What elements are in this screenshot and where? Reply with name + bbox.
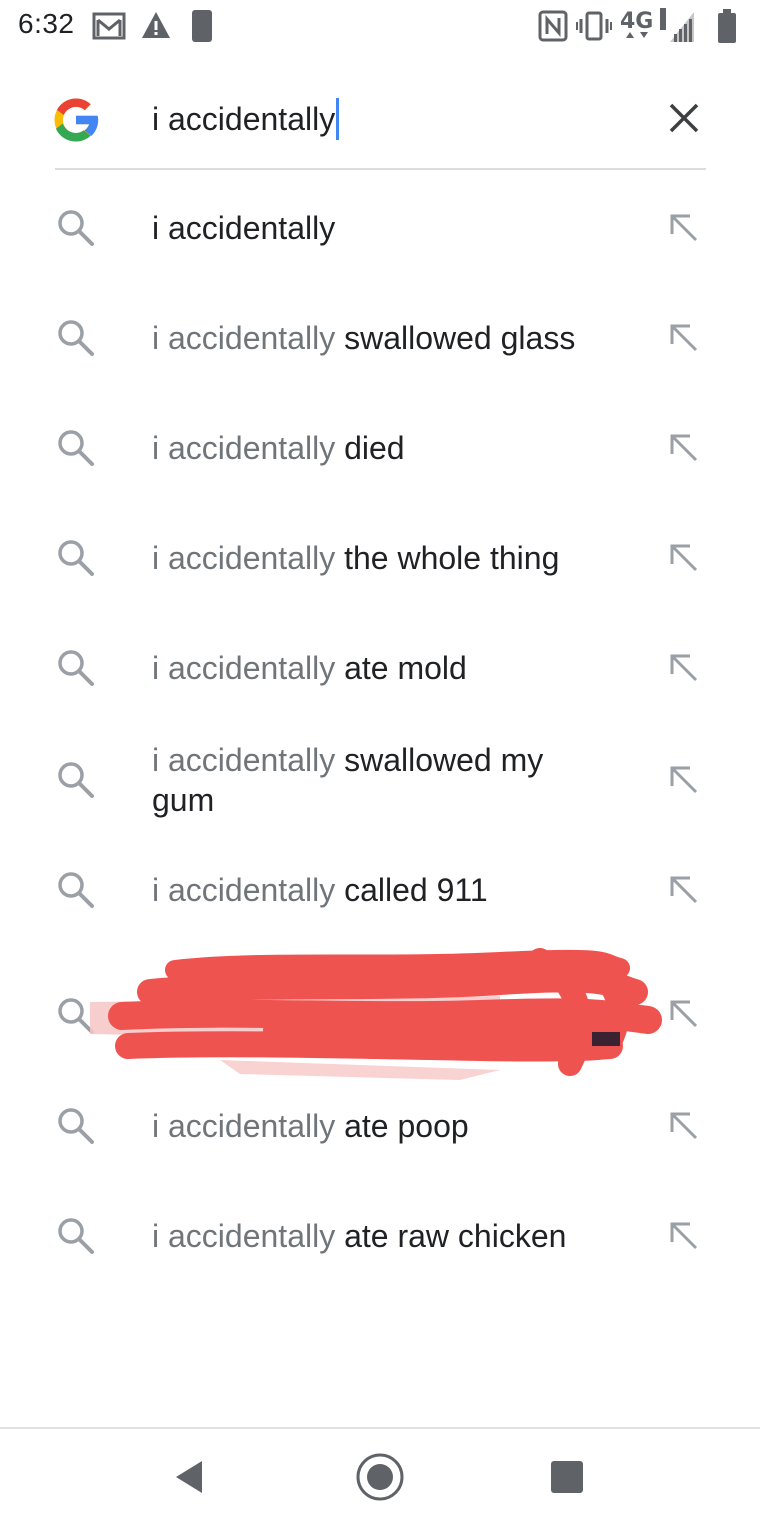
suggestion-completion: ate raw chicken bbox=[335, 1218, 567, 1254]
close-icon bbox=[666, 100, 702, 141]
back-button[interactable] bbox=[162, 1451, 218, 1507]
google-logo bbox=[48, 92, 104, 148]
fill-query-arrow-icon[interactable] bbox=[664, 318, 704, 358]
suggestion-prefix: i accidentally bbox=[152, 872, 336, 908]
suggestion-prefix: i accidentally bbox=[152, 1218, 336, 1254]
gmail-icon bbox=[92, 12, 126, 45]
suggestion-prefix: i accidentally bbox=[152, 210, 336, 246]
suggestion-prefix: i accidentally bbox=[152, 650, 336, 686]
search-query: i accidentally bbox=[152, 100, 336, 137]
suggestion-item[interactable]: i accidentally died bbox=[0, 394, 760, 504]
fill-query-arrow-icon[interactable] bbox=[664, 538, 704, 578]
suggestion-text: i accidentally ate poop bbox=[152, 1106, 622, 1146]
suggestion-text: i accidentally bbox=[152, 208, 622, 248]
clear-button[interactable] bbox=[660, 96, 708, 144]
back-icon bbox=[170, 1457, 210, 1502]
suggestion-completion: died bbox=[335, 430, 405, 466]
suggestion-prefix: i accidentally bbox=[152, 540, 336, 576]
battery-icon bbox=[716, 8, 738, 49]
redaction-scribble bbox=[80, 934, 670, 1094]
search-header: i accidentally bbox=[0, 70, 760, 170]
suggestion-completion: ate mold bbox=[335, 650, 467, 686]
search-icon bbox=[54, 1214, 98, 1258]
suggestion-text: i accidentally called 911 bbox=[152, 870, 622, 910]
suggestion-list: i accidentally i accidentally swallowed … bbox=[0, 174, 760, 1306]
suggestion-item[interactable]: i accidentally ate raw chicken bbox=[0, 1196, 760, 1306]
suggestion-text: i accidentally the whole thing bbox=[152, 538, 622, 578]
fill-query-arrow-icon[interactable] bbox=[664, 1216, 704, 1256]
warning-icon bbox=[140, 10, 172, 45]
home-button[interactable] bbox=[352, 1451, 408, 1507]
fill-query-arrow-icon[interactable] bbox=[664, 760, 704, 800]
nfc-icon bbox=[538, 10, 568, 47]
search-input[interactable]: i accidentally bbox=[152, 96, 340, 142]
signal-icon bbox=[668, 10, 696, 49]
text-caret bbox=[336, 98, 340, 140]
do-not-disturb-icon bbox=[190, 8, 214, 49]
search-icon bbox=[54, 316, 98, 360]
fill-query-arrow-icon[interactable] bbox=[664, 994, 704, 1034]
fill-query-arrow-icon[interactable] bbox=[664, 208, 704, 248]
fill-query-arrow-icon[interactable] bbox=[664, 648, 704, 688]
fill-query-arrow-icon[interactable] bbox=[664, 870, 704, 910]
suggestion-text: i accidentally ate mold bbox=[152, 648, 622, 688]
suggestion-item[interactable]: i accidentally the whole thing bbox=[0, 504, 760, 614]
search-icon bbox=[54, 426, 98, 470]
suggestion-text: i accidentally swallowed my gum bbox=[152, 740, 592, 820]
suggestion-text: i accidentally ate raw chicken bbox=[152, 1216, 622, 1256]
suggestion-prefix: i accidentally bbox=[152, 320, 336, 356]
fill-query-arrow-icon[interactable] bbox=[664, 1106, 704, 1146]
network-label: 4G bbox=[620, 9, 653, 34]
suggestion-item[interactable]: i accidentally ate mold bbox=[0, 614, 760, 724]
suggestion-item-redacted[interactable] bbox=[0, 944, 760, 1086]
fill-query-arrow-icon[interactable] bbox=[664, 428, 704, 468]
suggestion-completion: called 911 bbox=[335, 872, 488, 908]
recents-button[interactable] bbox=[539, 1451, 595, 1507]
suggestion-item[interactable]: i accidentally called 911 bbox=[0, 834, 760, 944]
suggestion-item[interactable]: i accidentally swallowed glass bbox=[0, 284, 760, 394]
search-icon bbox=[54, 868, 98, 912]
status-time: 6:32 bbox=[18, 8, 75, 39]
suggestion-prefix: i accidentally bbox=[152, 430, 336, 466]
vibrate-icon bbox=[576, 10, 612, 47]
header-divider bbox=[55, 168, 706, 170]
search-icon bbox=[54, 536, 98, 580]
navigation-bar bbox=[0, 1429, 760, 1529]
suggestion-completion: the whole thing bbox=[335, 540, 560, 576]
recents-icon bbox=[549, 1459, 585, 1500]
home-icon bbox=[354, 1451, 406, 1508]
search-icon bbox=[54, 206, 98, 250]
status-bar: 6:32 4G bbox=[0, 0, 760, 52]
lte-icon: 4G bbox=[620, 6, 668, 51]
search-icon bbox=[54, 758, 98, 802]
suggestion-item[interactable]: i accidentally swallowed my gum bbox=[0, 724, 760, 834]
suggestion-prefix: i accidentally bbox=[152, 1108, 336, 1144]
search-icon bbox=[54, 646, 98, 690]
suggestion-item[interactable]: i accidentally ate poop bbox=[0, 1086, 760, 1196]
suggestion-completion: ate poop bbox=[335, 1108, 469, 1144]
suggestion-text: i accidentally swallowed glass bbox=[152, 318, 622, 358]
search-icon bbox=[54, 1104, 98, 1148]
suggestion-completion: swallowed glass bbox=[335, 320, 576, 356]
suggestion-text: i accidentally died bbox=[152, 428, 622, 468]
suggestion-item[interactable]: i accidentally bbox=[0, 174, 760, 284]
suggestion-prefix: i accidentally bbox=[152, 742, 336, 778]
